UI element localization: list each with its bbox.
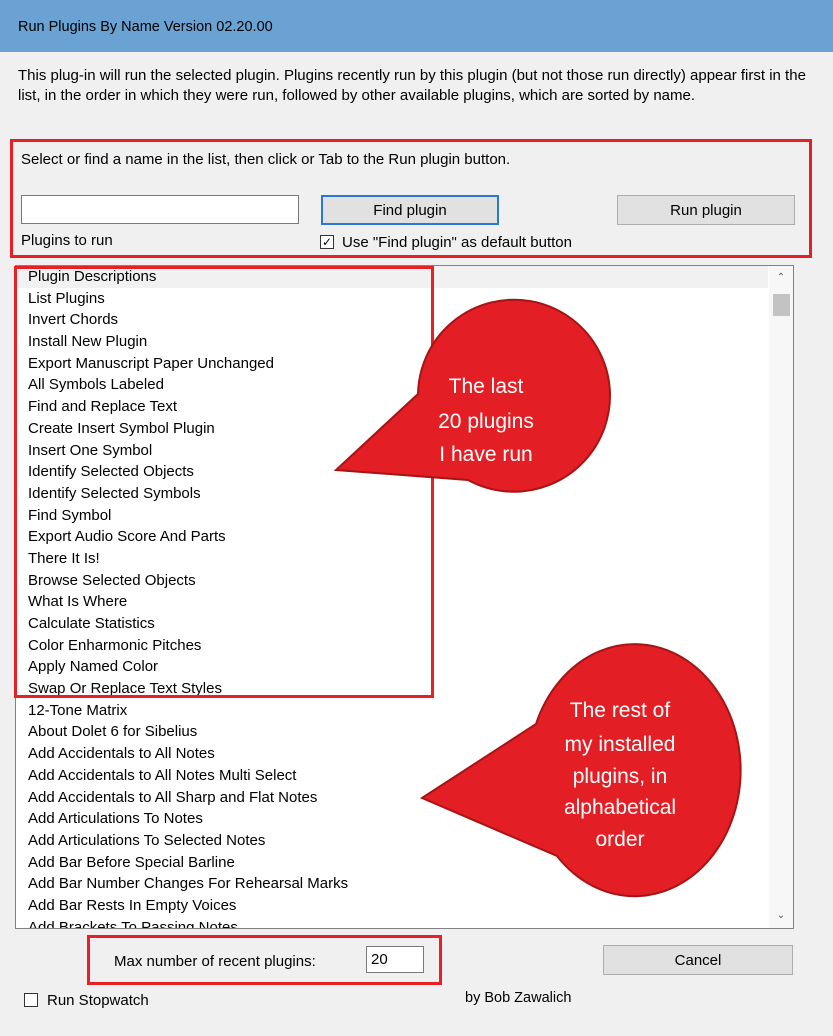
run-stopwatch-label[interactable]: Run Stopwatch xyxy=(47,992,149,1009)
rest-callout-line-1: The rest of xyxy=(570,699,671,722)
cancel-button[interactable]: Cancel xyxy=(603,945,793,975)
recent-callout-line-2: 20 plugins xyxy=(438,410,534,433)
recent-callout-line-3: I have run xyxy=(439,443,532,466)
run-stopwatch-checkbox[interactable] xyxy=(24,993,38,1007)
recent-callout-line-1: The last xyxy=(449,375,524,398)
callout-annotations: The last 20 plugins I have run The rest … xyxy=(333,298,742,898)
max-recent-label: Max number of recent plugins: xyxy=(114,953,316,970)
author-credit: by Bob Zawalich xyxy=(465,990,572,1006)
rest-callout-line-4: alphabetical xyxy=(564,796,676,819)
rest-callout-line-2: my installed xyxy=(565,733,676,756)
rest-callout-line-5: order xyxy=(595,828,644,851)
max-recent-input[interactable] xyxy=(366,946,424,973)
rest-callout-line-3: plugins, in xyxy=(573,765,668,788)
